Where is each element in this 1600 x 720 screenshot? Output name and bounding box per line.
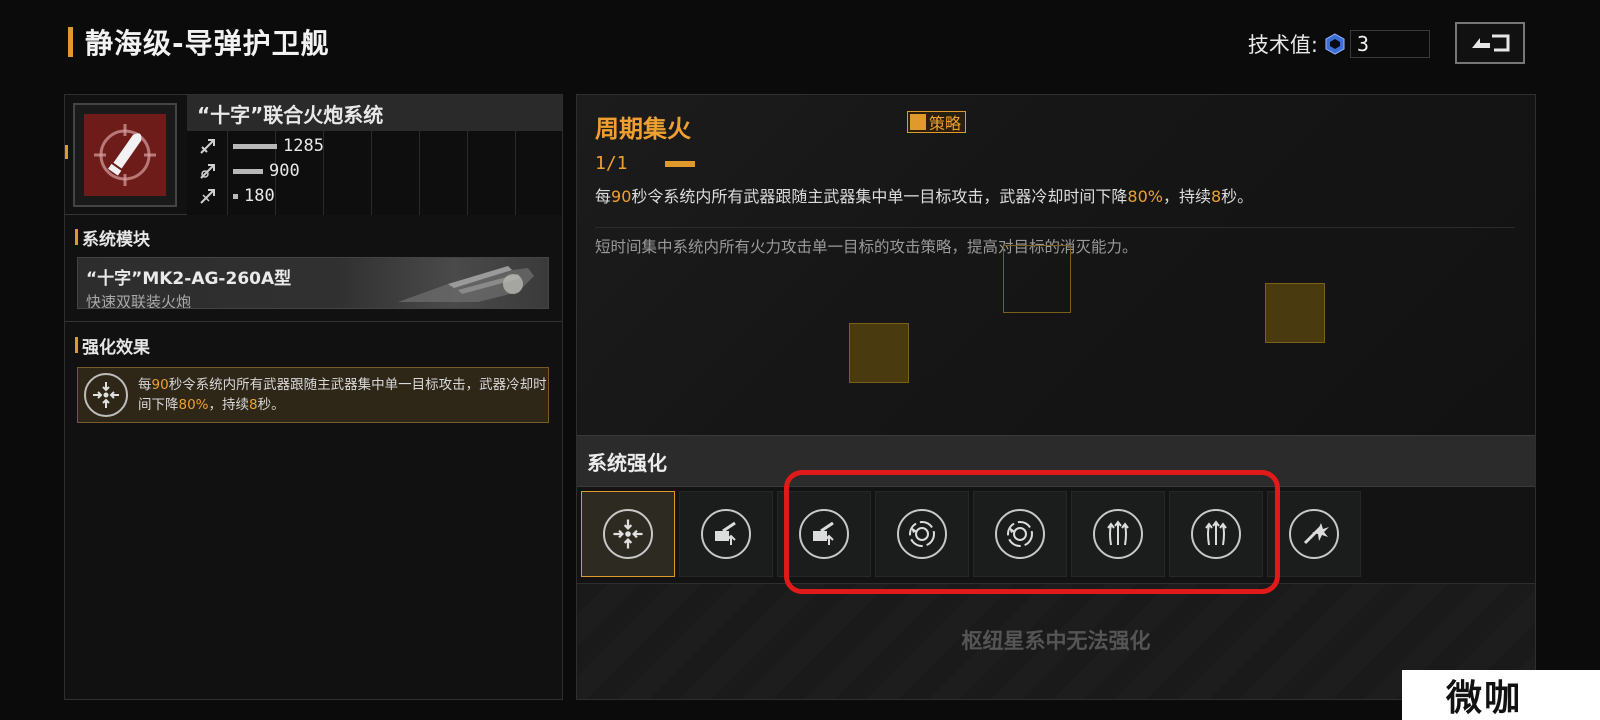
enhance-locked-message: 枢纽星系中无法强化 [961,629,1151,653]
stat-bar-rate [233,168,263,174]
title-accent [68,27,73,57]
level-bar [665,161,695,167]
system-name: “十字”联合火炮系统 [197,102,384,127]
range-icon [200,189,215,204]
section-accent [75,337,78,353]
tech-value-display: 技术值: 3 [1248,28,1430,60]
system-icon-bg [84,114,166,196]
artillery-shell-icon [94,124,156,186]
tech-label: 技术值: [1247,33,1318,57]
module-card[interactable]: “十字”MK2-AG-260A型 快速双联装火炮 [77,257,549,309]
strategy-tag-icon [910,114,926,130]
stat-bar-range [233,193,238,199]
description-separator [595,227,1515,228]
tech-point-icon [1325,33,1345,55]
system-header: “十字”联合火炮系统 1285 900 180 [65,95,562,215]
system-icon-frame[interactable] [73,103,177,207]
stat-row-damage: 1285 [199,135,324,157]
enhance-slot-focus-fire[interactable] [581,491,675,577]
strategy-level: 1/1 [595,153,628,174]
module-section-header: 系统模块 [75,225,150,250]
enhance-slot-burst[interactable] [1267,491,1361,577]
system-stats: 1285 900 180 [187,131,562,215]
back-icon [1472,34,1510,52]
page-title: 静海级-导弹护卫舰 [85,27,330,60]
strategy-tag-text: 策略 [929,114,962,133]
enhance-slot-turret-1[interactable] [679,491,773,577]
watermark-text: 微咖 [1446,678,1523,719]
system-name-bar: “十字”联合火炮系统 [187,95,562,131]
focus-fire-icon [84,373,128,417]
turret-upgrade-icon [701,509,751,559]
back-button[interactable] [1455,22,1525,64]
strategy-detail-panel: 周期集火 策略 1/1 每90秒令系统内所有武器跟随主武器集中单一目标攻击，武器… [576,94,1536,700]
effect-section-header: 强化效果 [75,333,150,358]
damage-icon [200,139,215,154]
enhance-title: 系统强化 [587,450,667,475]
red-annotation-outline [784,470,1280,594]
system-info-panel: “十字”联合火炮系统 1285 900 180 系统模块 “十字”MK2-AG-… [64,94,563,700]
stat-bar-damage [233,143,277,149]
twin-cannon-image [398,266,534,302]
strategy-info: 周期集火 策略 1/1 每90秒令系统内所有武器跟随主武器集中单一目标攻击，武器… [577,95,1535,435]
effect-description: 每90秒令系统内所有武器跟随主武器集中单一目标攻击，武器冷却时间下降80%，持续… [138,377,547,413]
effect-card[interactable]: 每90秒令系统内所有武器跟随主武器集中单一目标攻击，武器冷却时间下降80%，持续… [77,367,549,423]
strategy-title: 周期集火 [595,115,691,143]
tech-value: 3 [1350,30,1430,58]
decor-square [1265,283,1325,343]
page-header: 静海级-导弹护卫舰 [68,24,330,60]
burst-strike-icon [1289,509,1339,559]
stat-row-range: 180 [199,185,275,207]
section-divider [65,321,562,322]
watermark: 微咖 [1402,670,1600,720]
stat-value-range: 180 [244,186,275,206]
stat-row-rate: 900 [199,160,300,182]
selection-marker [65,145,68,159]
section-accent [75,229,78,245]
decor-square [849,323,909,383]
strategy-tag: 策略 [907,111,967,133]
fire-rate-icon [200,164,215,179]
focus-fire-icon [603,509,653,559]
stat-value-rate: 900 [269,161,300,181]
effect-section-title: 强化效果 [82,337,150,358]
decor-square [1003,245,1071,313]
stat-value-damage: 1285 [283,136,324,156]
strategy-description: 每90秒令系统内所有武器跟随主武器集中单一目标攻击，武器冷却时间下降80%，持续… [595,187,1254,206]
module-section-title: 系统模块 [82,229,150,250]
